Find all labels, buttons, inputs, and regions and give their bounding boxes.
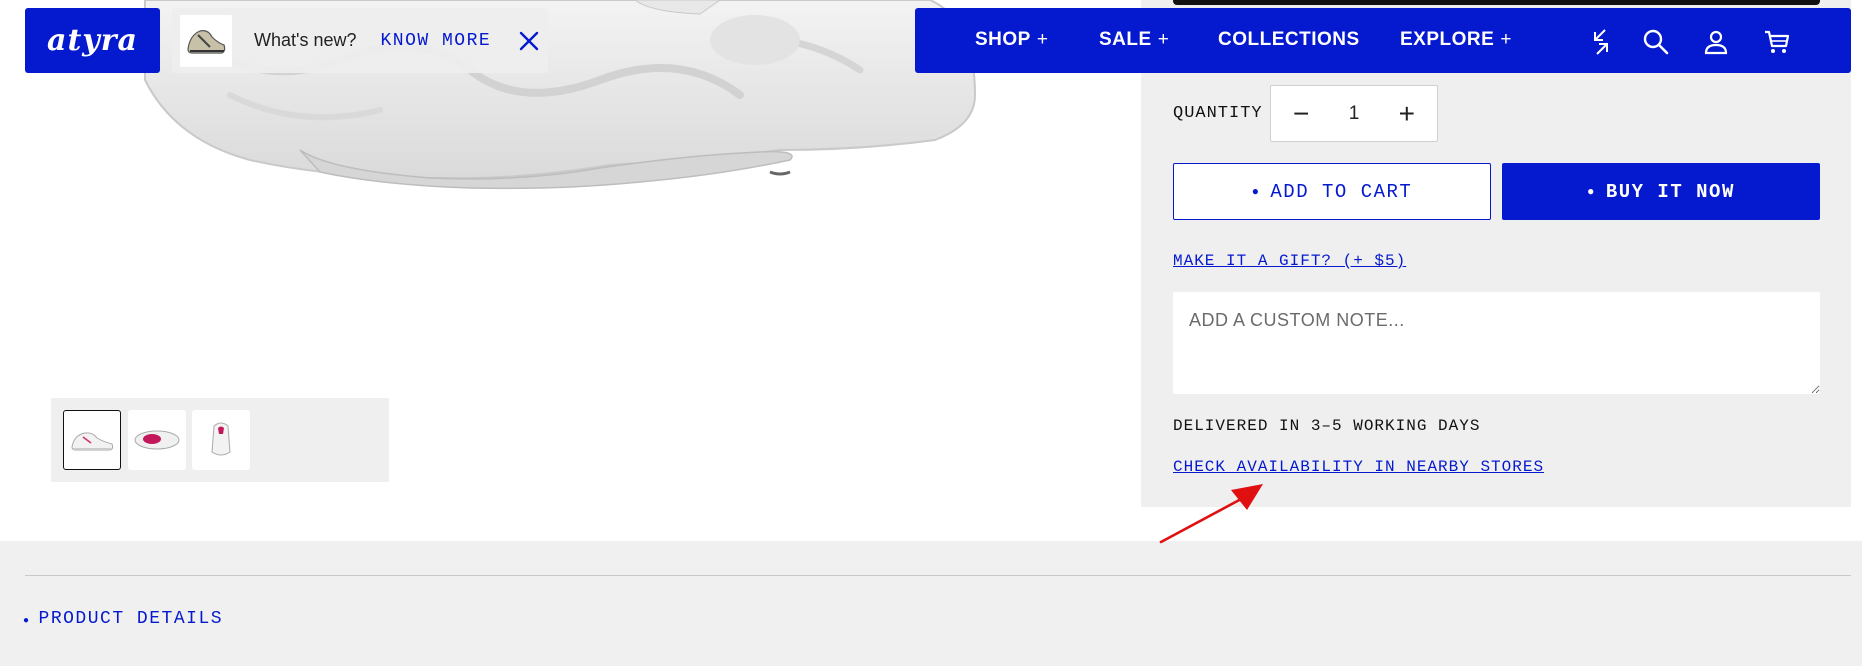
- nav-shop-label: SHOP: [975, 29, 1031, 50]
- quantity-stepper: − 1 +: [1270, 85, 1438, 142]
- quantity-increment-button[interactable]: +: [1399, 99, 1415, 128]
- thumbnail-1[interactable]: [63, 410, 121, 470]
- variant-selector-edge: [1173, 0, 1820, 5]
- quantity-label: QUANTITY: [1173, 104, 1263, 123]
- quantity-value[interactable]: 1: [1349, 103, 1360, 125]
- bullet-icon: ●: [1251, 184, 1261, 199]
- add-to-cart-button[interactable]: ● ADD TO CART: [1173, 163, 1491, 220]
- know-more-link[interactable]: KNOW MORE: [380, 31, 491, 51]
- shoe-side-view-icon: [71, 432, 114, 451]
- nav-sale[interactable]: SALE +: [1099, 29, 1169, 51]
- nav-sale-label: SALE: [1099, 29, 1152, 50]
- product-details-label: PRODUCT DETAILS: [38, 609, 224, 629]
- add-to-cart-label: ADD TO CART: [1270, 180, 1413, 203]
- bullet-icon: ●: [23, 616, 31, 627]
- bullet-icon: ●: [1587, 184, 1596, 199]
- nav-sale-expand: +: [1157, 29, 1170, 50]
- main-navigation: SHOP + SALE + COLLECTIONS EXPLORE +: [915, 8, 1851, 73]
- custom-note-field[interactable]: [1173, 292, 1820, 394]
- nav-explore[interactable]: EXPLORE +: [1400, 29, 1512, 51]
- sneaker-icon: [187, 29, 226, 54]
- quantity-decrement-button[interactable]: −: [1293, 99, 1309, 128]
- nav-explore-expand: +: [1500, 29, 1512, 50]
- nav-shop-expand: +: [1036, 29, 1049, 50]
- check-availability-link[interactable]: CHECK AVAILABILITY IN NEARBY STORES: [1173, 458, 1544, 476]
- section-divider: [25, 575, 1851, 576]
- nav-collections-label: COLLECTIONS: [1218, 29, 1360, 50]
- make-it-a-gift-link[interactable]: MAKE IT A GIFT? (+ $5): [1173, 252, 1406, 270]
- account-icon[interactable]: [1702, 28, 1730, 56]
- annotation-arrow-icon: [1159, 484, 1263, 544]
- brand-logo-text: atyra: [47, 23, 138, 58]
- close-icon[interactable]: [517, 29, 541, 53]
- announcement-text: What's new?: [254, 30, 357, 50]
- search-icon[interactable]: [1642, 28, 1670, 56]
- nav-collections[interactable]: COLLECTIONS: [1218, 29, 1360, 51]
- product-info-section: [0, 541, 1862, 666]
- gallery-thumbnails: [51, 398, 389, 482]
- buy-it-now-label: BUY IT NOW: [1605, 180, 1735, 203]
- announcement-bar: What's new? KNOW MORE: [172, 8, 548, 73]
- nav-shop[interactable]: SHOP +: [975, 29, 1048, 51]
- buy-it-now-button[interactable]: ● BUY IT NOW: [1502, 163, 1820, 220]
- thumbnail-2[interactable]: [128, 410, 186, 470]
- shoe-back-view-icon: [211, 422, 231, 456]
- cart-icon[interactable]: [1763, 28, 1791, 56]
- compare-icon[interactable]: [1587, 28, 1615, 56]
- brand-logo[interactable]: atyra: [25, 8, 160, 73]
- shoe-top-view-icon: [134, 430, 180, 450]
- thumbnail-3[interactable]: [192, 410, 250, 470]
- nav-explore-label: EXPLORE: [1400, 29, 1495, 50]
- delivery-info: DELIVERED IN 3–5 WORKING DAYS: [1173, 417, 1481, 435]
- product-details-toggle[interactable]: ● PRODUCT DETAILS: [23, 609, 223, 629]
- announcement-thumbnail[interactable]: [180, 14, 232, 67]
